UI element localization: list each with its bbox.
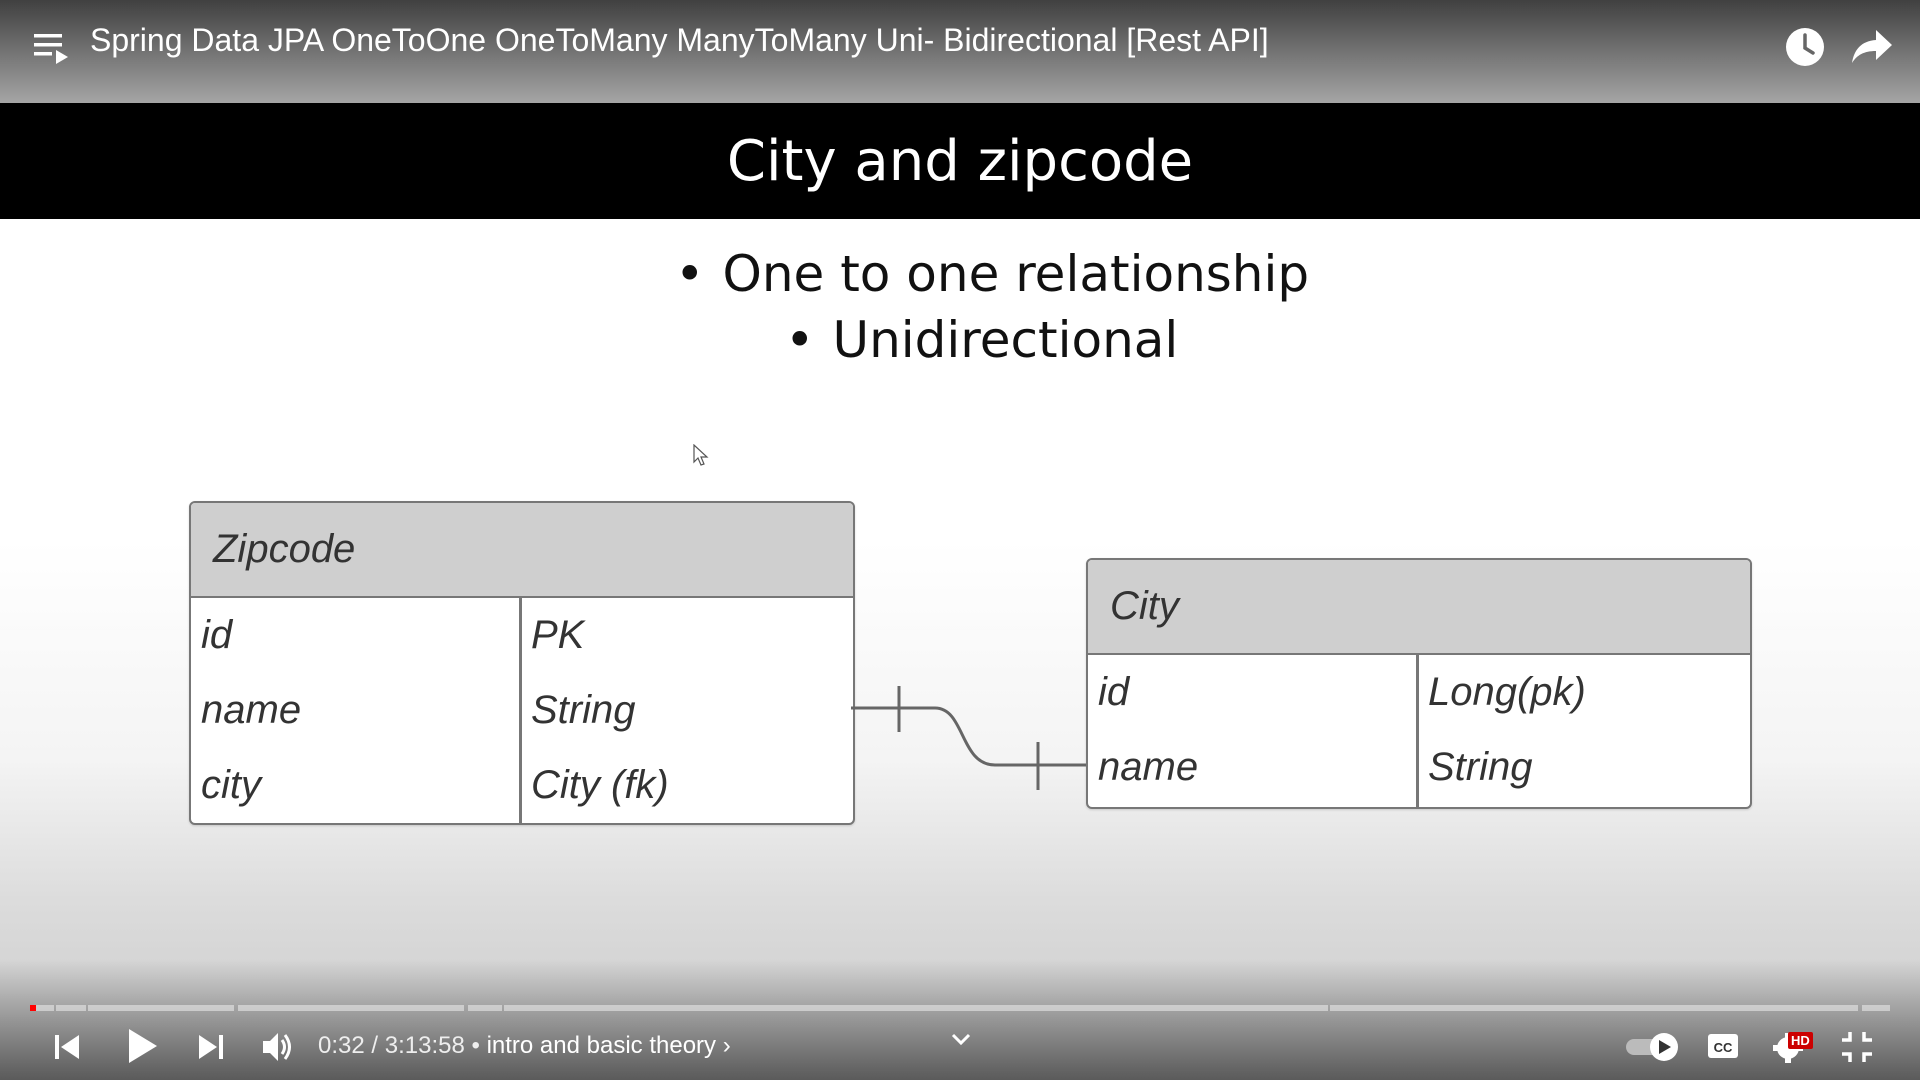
volume-icon[interactable] [260,1030,296,1064]
hd-badge: HD [1788,1032,1813,1049]
time-display: 0:32 / 3:13:58 • intro and basic theory … [318,1032,731,1059]
progress-bar[interactable] [30,1005,1890,1011]
play-icon[interactable] [124,1026,160,1066]
exit-fullscreen-icon[interactable] [1840,1030,1874,1064]
video-title[interactable]: Spring Data JPA OneToOne OneToMany ManyT… [90,22,1269,59]
autoplay-toggle-icon[interactable] [1624,1030,1682,1064]
share-icon[interactable] [1850,28,1894,66]
duration: 3:13:58 [384,1032,465,1059]
progress-played [30,1005,36,1011]
clock-icon[interactable] [1783,25,1827,69]
skip-previous-icon[interactable] [52,1032,82,1062]
captions-icon[interactable]: CC [1706,1030,1740,1062]
relationship-connector [851,686,1086,790]
slide[interactable]: City and zipcode • One to one relationshi… [0,0,1920,1080]
chevron-down-icon[interactable] [950,1032,972,1048]
video-top-bar: Spring Data JPA OneToOne OneToMany ManyT… [0,0,1920,104]
chapter-title[interactable]: intro and basic theory › [487,1032,731,1059]
playlist-icon[interactable] [32,30,72,66]
svg-text:CC: CC [1714,1040,1733,1055]
skip-next-icon[interactable] [196,1032,226,1062]
current-time: 0:32 [318,1032,365,1059]
